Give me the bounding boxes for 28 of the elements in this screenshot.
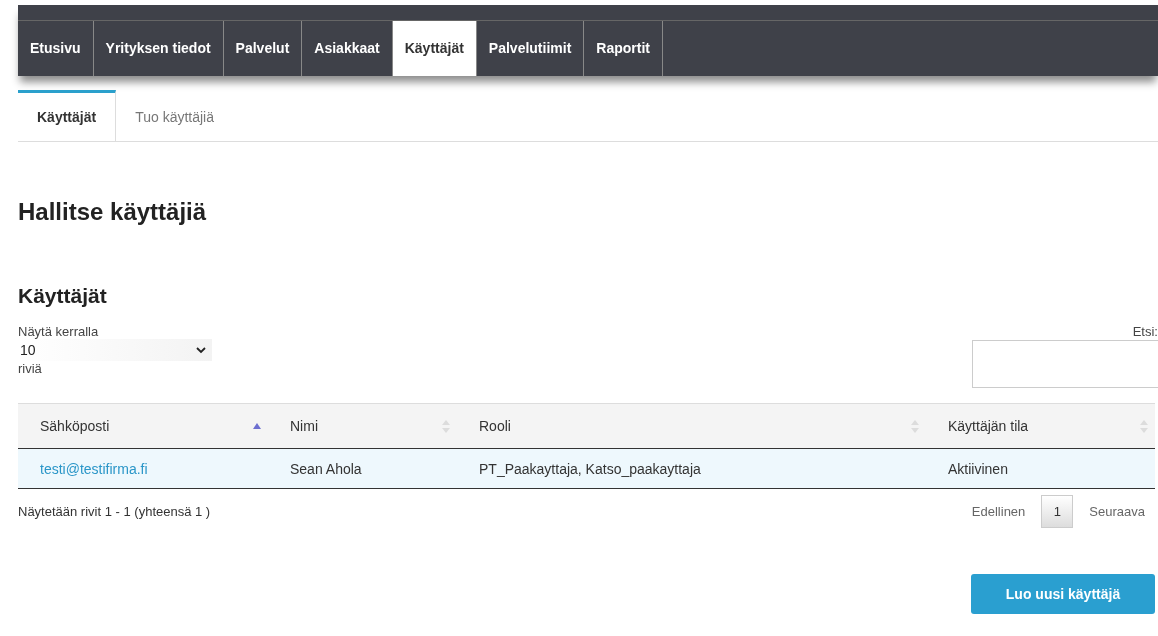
nav-tab[interactable]: Etusivu: [18, 21, 94, 76]
search-label: Etsi:: [1132, 324, 1158, 339]
page-title: Hallitse käyttäjiä: [18, 198, 208, 226]
sub-tab[interactable]: Tuo käyttäjiä: [116, 90, 233, 141]
column-header[interactable]: Rooli: [457, 403, 926, 449]
previous-link[interactable]: Edellinen: [961, 504, 1036, 519]
column-header[interactable]: Sähköposti: [18, 403, 268, 449]
page-button[interactable]: 1: [1041, 495, 1074, 528]
search-field[interactable]: [972, 340, 1158, 388]
sub-tab[interactable]: Käyttäjät: [18, 90, 117, 141]
table-info: Näytetään rivit 1 - 1 (yhteensä 1 ): [18, 504, 211, 519]
length-suffix: riviä: [18, 361, 42, 376]
length-label: Näytä kerralla: [18, 324, 99, 339]
section-title: Käyttäjät: [18, 284, 108, 308]
chevron-down-icon: [196, 346, 206, 354]
column-header[interactable]: Käyttäjän tila: [926, 403, 1155, 449]
column-header[interactable]: Nimi: [268, 403, 457, 449]
nav-tab[interactable]: Raportit: [584, 21, 663, 76]
nav-tab[interactable]: Palvelut: [223, 21, 303, 76]
rows-per-page-select[interactable]: 10: [18, 339, 212, 361]
nav-tab[interactable]: Palvelutiimit: [476, 21, 585, 76]
table-cell: PT_Paakayttaja, Katso_paakayttaja: [479, 460, 701, 477]
next-link[interactable]: Seuraava: [1079, 504, 1155, 519]
table-cell: Sean Ahola: [290, 460, 362, 477]
table-cell: Aktiivinen: [948, 460, 1008, 477]
nav-tab[interactable]: Yrityksen tiedot: [93, 21, 224, 76]
nav-tab[interactable]: Käyttäjät: [392, 21, 477, 76]
nav-tab[interactable]: Asiakkaat: [302, 21, 393, 76]
